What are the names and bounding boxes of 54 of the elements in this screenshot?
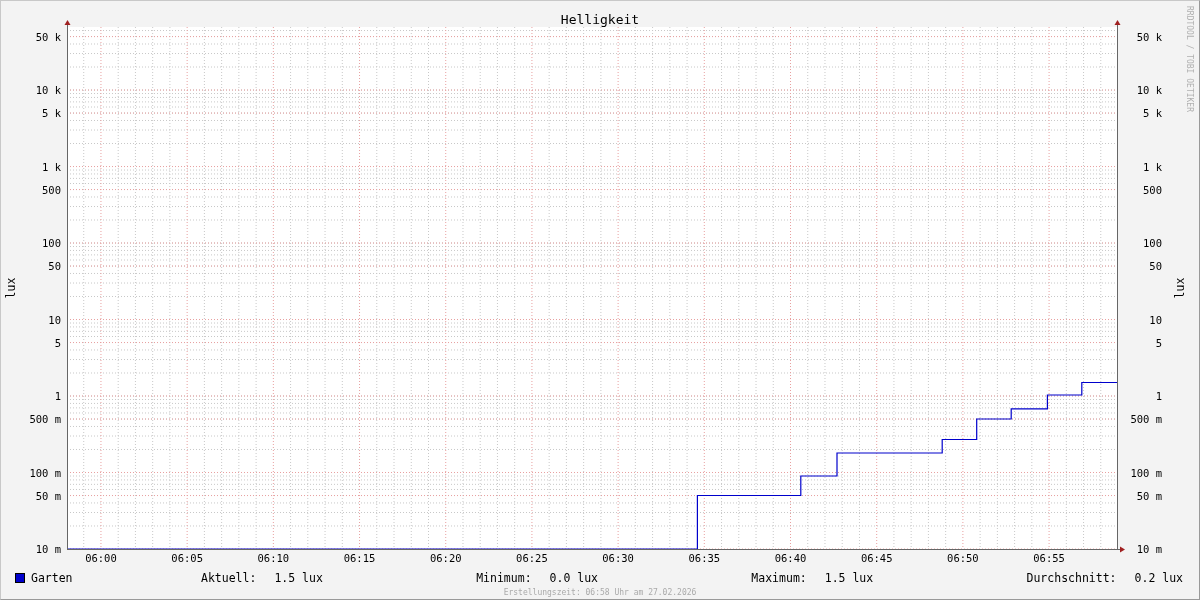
axis-tick-label: 50 [1149,260,1162,273]
axis-tick-label: 100 m [1130,466,1162,479]
axis-tick-label: 50 [48,260,61,273]
axis-tick-label: 10 m [35,543,61,555]
axis-tick-label: 06:40 [774,552,807,564]
axis-tick-label: 06:45 [860,552,893,564]
stat-label: Maximum: [751,571,807,585]
stat-label: Aktuell: [201,571,257,585]
axis-tick-label: 50 m [1136,489,1162,502]
axis-tick-label: 10 [1149,313,1162,326]
axis-tick-label: 50 m [35,489,61,502]
axis-tick-label: 50 k [1136,30,1162,43]
axis-tick-label: 10 k [35,84,61,97]
axis-tick-label: 1 [1155,390,1162,402]
stat-value: 0.2 lux [1134,571,1183,585]
axis-title: lux [1173,277,1187,299]
stat-label: Durchschnitt: [1026,571,1117,585]
axis-tick-label: 06:20 [429,552,462,564]
axis-tick-label: 06:05 [171,552,203,564]
axis-tick-label: 06:50 [947,552,979,564]
axis-tick-label: 500 m [29,413,61,426]
stat-value: 0.0 lux [549,571,599,585]
axis-tick-label: 06:10 [257,552,290,564]
footer-text: Erstellungszeit: 06:58 Uhr am 27.02.2026 [502,587,698,597]
stat-value: 1.5 lux [274,571,323,585]
axis-tick-label: 1 [54,390,61,402]
axis-tick-label: 10 m [1136,543,1162,555]
axis-tick-label: 5 [54,336,61,349]
stat-label: Minimum: [476,571,532,585]
axis-tick-label: 500 [42,183,61,196]
axis-tick-label: 50 k [35,30,61,43]
axis-title: lux [4,277,18,299]
axis-tick-label: 06:00 [85,552,117,564]
axis-tick-label: 06:35 [688,552,721,564]
axis-tick-label: 500 m [1130,413,1162,426]
axis-tick-label: 5 k [1143,107,1162,120]
axis-tick-label: 100 m [29,466,61,479]
axis-tick-label: 06:55 [1033,552,1065,564]
axis-tick-label: 5 k [42,107,61,120]
axis-tick-label: 10 k [1136,84,1162,97]
credit-text: RRDTOOL / TOBI OETIKER [1185,6,1194,112]
axis-tick-label: 1 k [1143,160,1162,173]
axis-tick-label: 06:15 [343,552,376,564]
axis-tick-label: 06:25 [516,552,548,564]
axis-tick-label: 100 [42,237,61,250]
axis-tick-label: 100 [1143,237,1162,250]
axis-tick-label: 500 [1143,183,1162,196]
legend-label: Garten [31,571,74,585]
chart-title: Helligkeit [560,12,640,27]
axis-tick-label: 06:30 [602,552,634,564]
axis-tick-label: 10 [48,313,61,326]
axis-tick-label: 5 [1155,336,1162,349]
axis-tick-label: 1 k [42,160,61,173]
stat-value: 1.5 lux [824,571,874,585]
